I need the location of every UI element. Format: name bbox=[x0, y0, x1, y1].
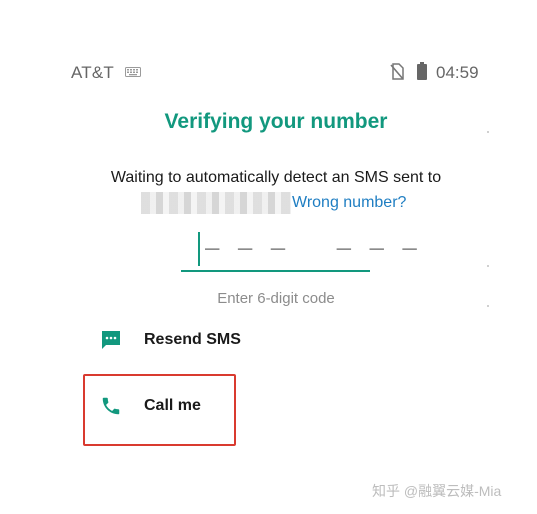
keyboard-icon bbox=[125, 67, 141, 77]
wrong-number-link[interactable]: Wrong number? bbox=[292, 194, 406, 212]
carrier-label: AT&T bbox=[71, 63, 114, 82]
instruction-text: Waiting to automatically detect an SMS s… bbox=[110, 169, 442, 186]
text-cursor bbox=[198, 232, 200, 266]
status-clock: 04:59 bbox=[436, 63, 479, 82]
code-input[interactable]: – – – – – – bbox=[181, 230, 417, 272]
edge-mark bbox=[487, 265, 489, 267]
code-hint: Enter 6-digit code bbox=[217, 290, 335, 307]
redacted-phone-number bbox=[141, 192, 291, 214]
page-title: Verifying your number bbox=[164, 110, 388, 133]
battery-icon bbox=[417, 62, 427, 80]
message-icon bbox=[102, 331, 120, 349]
highlight-annotation bbox=[83, 374, 236, 446]
edge-mark bbox=[487, 305, 489, 307]
verification-screen: AT&T 04:59 Verifying your number Waiting… bbox=[0, 0, 537, 514]
resend-sms-label: Resend SMS bbox=[144, 331, 241, 348]
edge-mark bbox=[487, 131, 489, 133]
code-placeholder: – – – – – – bbox=[205, 234, 419, 262]
watermark: 知乎 @融翼云媒-Mia bbox=[372, 483, 502, 499]
resend-sms-button[interactable]: Resend SMS bbox=[100, 326, 241, 354]
no-sim-icon bbox=[390, 63, 404, 80]
